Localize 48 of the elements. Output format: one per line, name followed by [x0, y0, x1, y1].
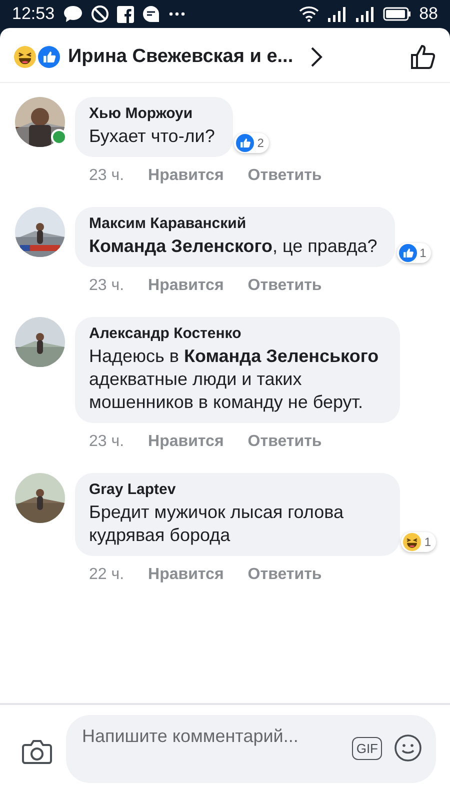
- comment-text: Бухает что-ли?: [89, 125, 215, 148]
- like-link[interactable]: Нравится: [148, 566, 224, 584]
- chat-bubble-icon: [62, 5, 83, 23]
- like-icon: [38, 46, 60, 68]
- like-link[interactable]: Нравится: [148, 167, 224, 185]
- clock: 12:53: [12, 4, 55, 24]
- reply-link[interactable]: Ответить: [248, 167, 322, 185]
- battery-percent: 88: [419, 4, 438, 24]
- comment-time: 23 ч.: [89, 167, 124, 185]
- reaction-badge[interactable]: 1: [396, 243, 432, 263]
- gif-button[interactable]: GIF: [352, 736, 382, 760]
- wifi-icon: [299, 6, 320, 22]
- blocked-icon: [90, 5, 109, 23]
- reply-link[interactable]: Ответить: [248, 566, 322, 584]
- battery-icon: [383, 7, 412, 21]
- reactions-title[interactable]: Ирина Свежевская и е...: [68, 46, 294, 68]
- signal-icon: [355, 6, 376, 22]
- author-name[interactable]: Александр Костенко: [89, 325, 382, 342]
- reaction-badge[interactable]: 2: [234, 133, 269, 153]
- reaction-count: 1: [420, 246, 426, 260]
- thumbs-up-icon[interactable]: [410, 44, 436, 70]
- like-icon: [398, 244, 417, 262]
- author-name[interactable]: Gray Laptev: [89, 481, 382, 498]
- author-name[interactable]: Максим Караванский: [89, 215, 378, 232]
- comment-text: Надеюсь в Команда Зеленського адекватные люди и таких мошенников в команду не берут.: [89, 345, 380, 414]
- comment-text: Команда Зеленского, це правда?: [89, 235, 378, 258]
- f-app-icon: [116, 6, 134, 22]
- signal-icon: [327, 6, 348, 22]
- reply-link[interactable]: Ответить: [248, 433, 322, 451]
- chevron-right-icon[interactable]: [309, 46, 324, 68]
- author-name[interactable]: Хью Моржоуи: [89, 105, 215, 122]
- more-icon: [168, 11, 186, 17]
- reaction-badge[interactable]: 1: [401, 532, 436, 552]
- smiley-icon[interactable]: [394, 734, 422, 762]
- comment-time: 22 ч.: [89, 566, 124, 584]
- comment-text: Бредит мужичок лысая голова кудрявая борода: [89, 501, 344, 547]
- laughing-emoji-icon: [403, 533, 422, 551]
- camera-icon[interactable]: [22, 738, 52, 764]
- reaction-count: 1: [424, 535, 431, 549]
- like-icon: [236, 134, 254, 152]
- like-link[interactable]: Нравится: [148, 433, 224, 451]
- comment-time: 23 ч.: [89, 433, 124, 451]
- laughing-emoji-icon: [14, 46, 36, 68]
- reaction-count: 2: [257, 136, 264, 150]
- comment-time: 23 ч.: [89, 277, 124, 295]
- reply-link[interactable]: Ответить: [248, 277, 322, 295]
- message-icon: [142, 5, 160, 23]
- like-link[interactable]: Нравится: [148, 277, 224, 295]
